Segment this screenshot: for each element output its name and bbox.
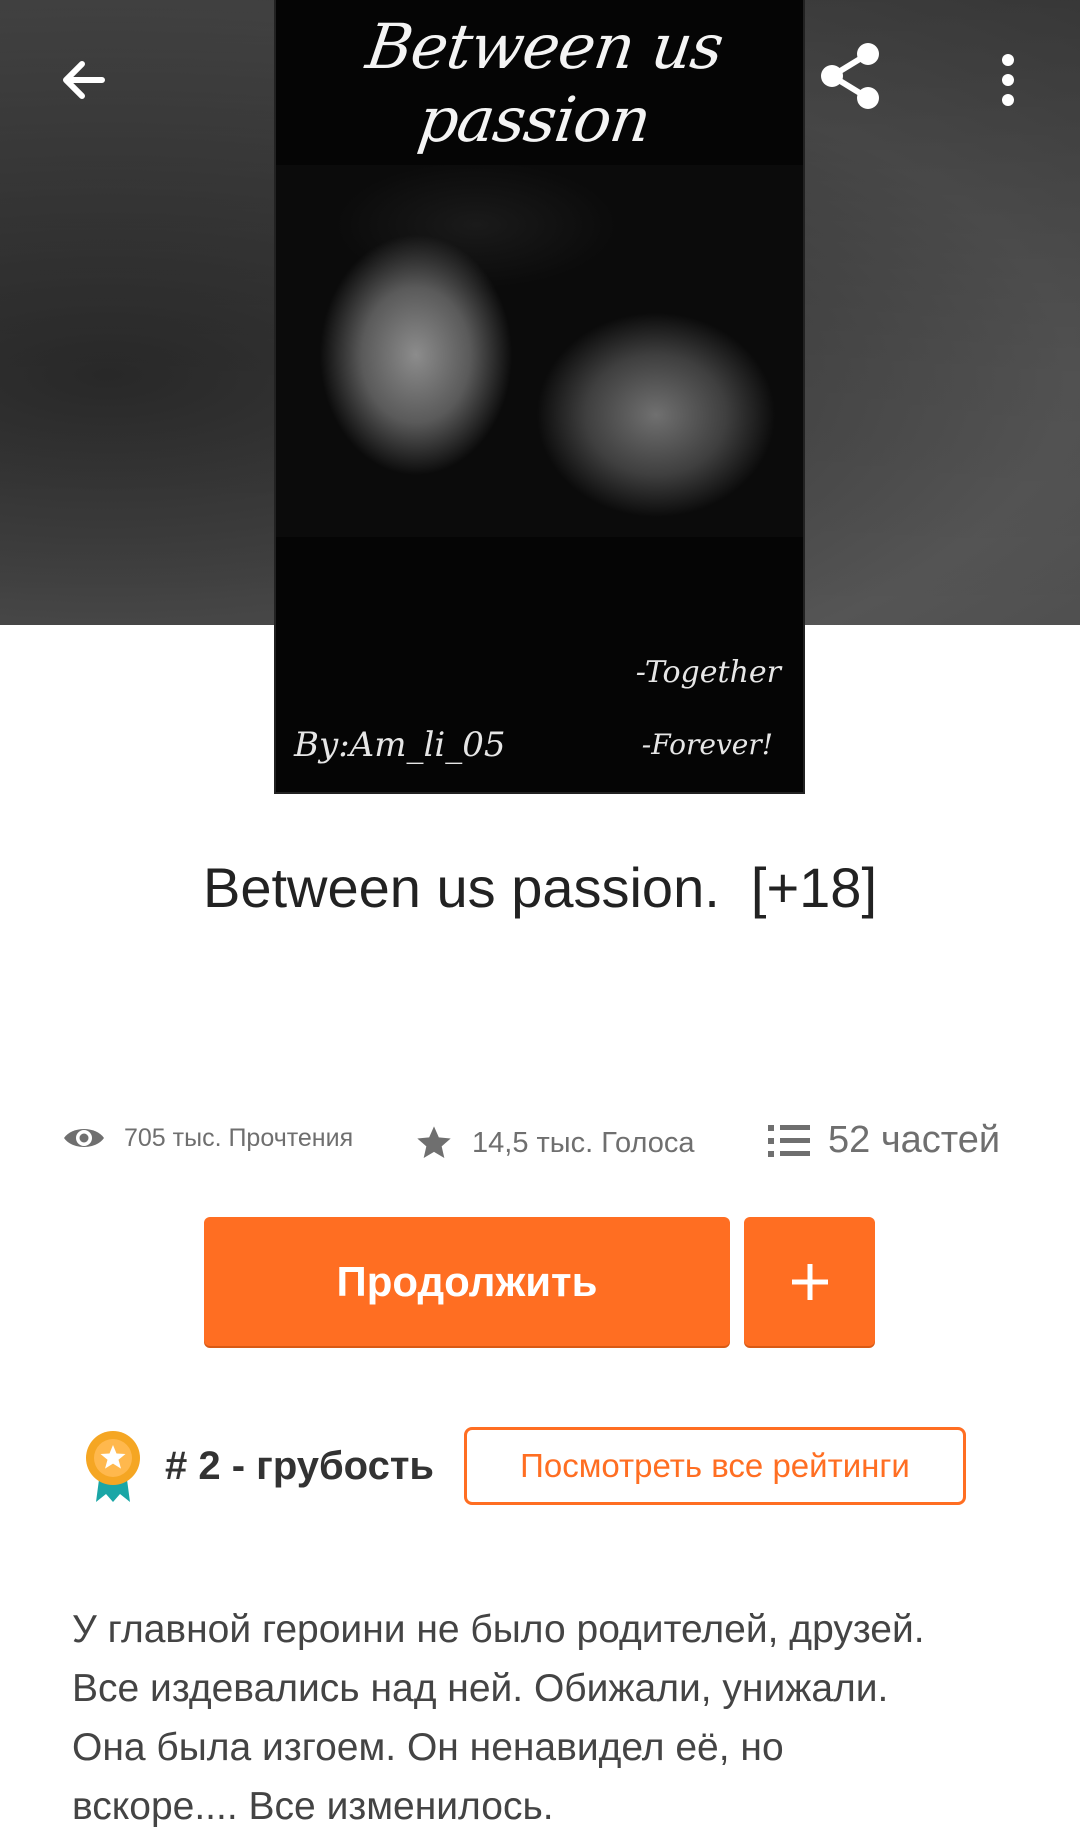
parts-count: 52 частей (828, 1119, 1001, 1161)
parts-stat: 52 частей (768, 1119, 1000, 1162)
reads-stat: 705 тыс. Прочтения (62, 1123, 353, 1153)
votes-stat: 14,5 тыс. Голоса (414, 1123, 695, 1163)
cover-tag-together: -Together (635, 655, 781, 690)
rank-label: # 2 - грубость (165, 1444, 435, 1488)
more-vertical-icon (1002, 54, 1014, 106)
votes-count: 14,5 тыс. Голоса (472, 1126, 695, 1159)
story-title: Between us passion. [+18] (203, 856, 877, 919)
view-all-rankings-button[interactable]: Посмотреть все рейтинги (464, 1427, 966, 1505)
cover-title: Between us passion (361, 10, 728, 156)
more-options-button[interactable] (968, 40, 1048, 120)
arrow-left-icon (63, 61, 105, 99)
medal-icon (80, 1428, 146, 1509)
plus-icon (791, 1263, 828, 1300)
cover-byline: By:Am_li_05 (294, 725, 506, 765)
share-icon (821, 43, 879, 109)
cover-tag-forever: -Forever! (641, 728, 773, 761)
story-stats: 705 тыс. Прочтения 14,5 тыс. Голоса 52 ч… (0, 1115, 1080, 1175)
story-description: У главной героини не было родителей, дру… (72, 1608, 925, 1828)
continue-label: Продолжить (336, 1257, 598, 1305)
eye-icon (62, 1123, 106, 1153)
cover-photo (276, 165, 803, 537)
add-to-library-button[interactable] (744, 1217, 875, 1346)
story-cover: Between us passion -Together By:Am_li_05… (276, 0, 803, 792)
list-icon (768, 1123, 810, 1159)
back-button[interactable] (44, 40, 124, 120)
reads-count: 705 тыс. Прочтения (124, 1123, 354, 1152)
continue-reading-button[interactable]: Продолжить (204, 1217, 730, 1346)
star-icon (414, 1123, 454, 1163)
share-button[interactable] (810, 36, 890, 116)
view-all-rankings-label: Посмотреть все рейтинги (520, 1447, 910, 1484)
